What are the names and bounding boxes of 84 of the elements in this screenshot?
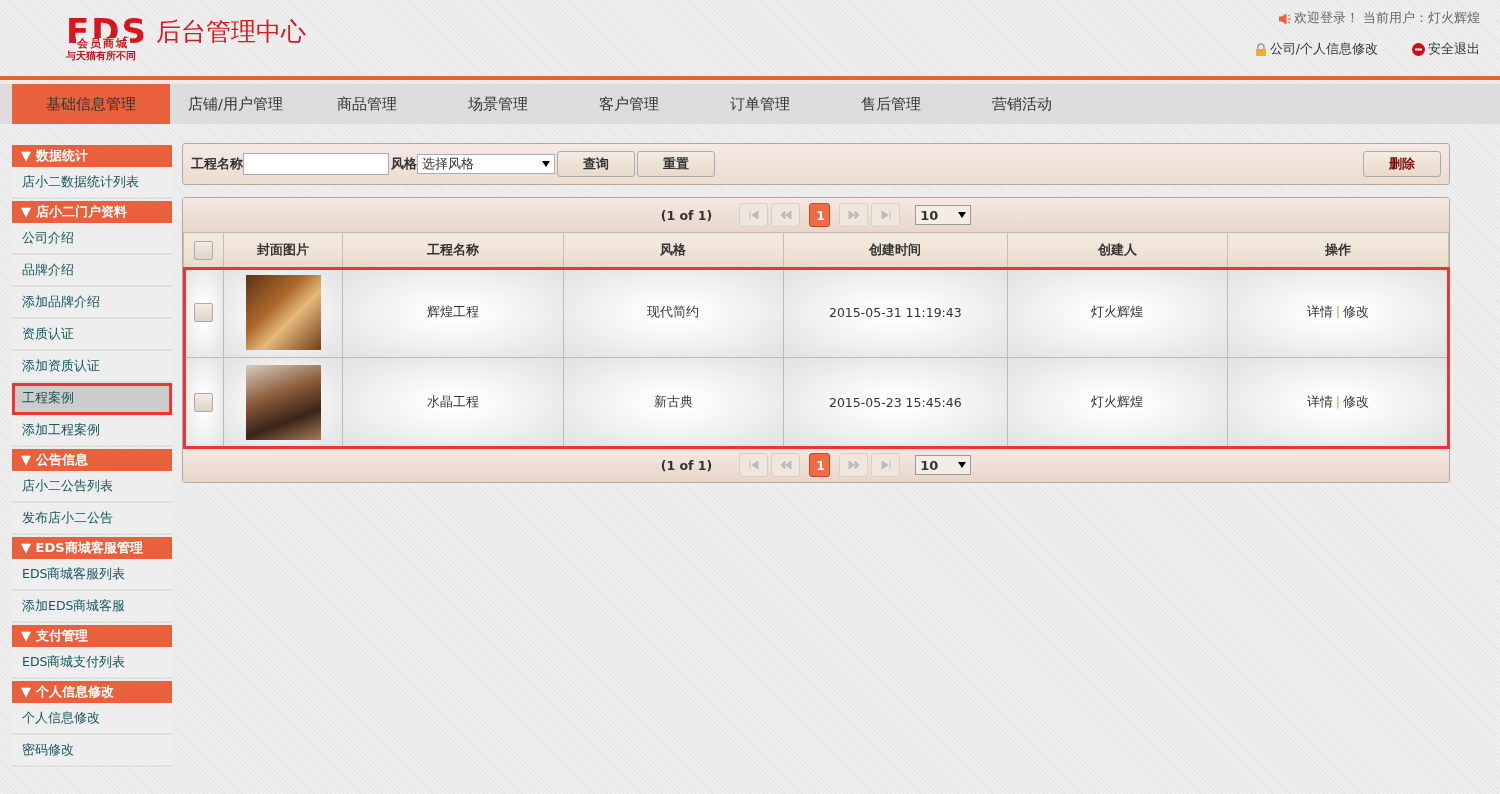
nav-tab[interactable]: 商品管理: [301, 84, 432, 124]
prev-page-icon: [778, 458, 793, 472]
next-page-button[interactable]: [839, 203, 869, 227]
action-link[interactable]: 详情: [1306, 394, 1333, 409]
column-header: 风格: [563, 232, 784, 268]
last-page-icon: [878, 458, 893, 472]
page-summary: (1 of 1): [660, 457, 713, 473]
sidebar-item[interactable]: 添加品牌介绍: [12, 287, 172, 319]
name-input-field[interactable]: [243, 153, 389, 175]
sidebar-item[interactable]: 工程案例: [12, 383, 172, 415]
table-cell: 水晶工程: [342, 357, 564, 448]
field-label: 风格: [391, 155, 417, 173]
logo-tagline: 与天猫有所不同: [66, 49, 136, 63]
delete-button[interactable]: 删除: [1363, 151, 1441, 177]
separator-text: |: [1335, 304, 1341, 319]
table-cell: 2015-05-31 11:19:43: [783, 267, 1008, 358]
prev-page-icon: [778, 208, 793, 222]
select-all-checkbox[interactable]: [193, 240, 213, 260]
nav-tab[interactable]: 店铺/用户管理: [170, 84, 301, 124]
first-page-icon: [746, 208, 761, 222]
sidebar-item[interactable]: 添加工程案例: [12, 415, 172, 447]
speaker-icon: [1279, 12, 1291, 25]
header-link[interactable]: 公司/个人信息修改: [1254, 41, 1378, 58]
action-link[interactable]: 修改: [1343, 304, 1370, 319]
style-select[interactable]: 选择风格: [417, 154, 555, 174]
site-title: 后台管理中心: [155, 15, 306, 48]
nav-tab[interactable]: 售后管理: [825, 84, 956, 124]
nav-tab[interactable]: 营销活动: [956, 84, 1087, 124]
last-page-button[interactable]: [871, 453, 901, 477]
column-header: 创建时间: [783, 232, 1008, 268]
page-size-select[interactable]: 10: [915, 205, 972, 225]
column-header: 工程名称: [342, 232, 564, 268]
page-summary: (1 of 1): [660, 207, 713, 223]
header-link[interactable]: 安全退出: [1412, 41, 1480, 58]
padlock-icon: [1254, 43, 1267, 56]
sidebar-item[interactable]: 添加EDS商城客服: [12, 591, 172, 623]
next-page-icon: [846, 208, 861, 222]
table-cell: 辉煌工程: [342, 267, 564, 358]
previous-page-button[interactable]: [771, 453, 801, 477]
nav-tab[interactable]: 订单管理: [694, 84, 825, 124]
nav-tab[interactable]: 场景管理: [432, 84, 563, 124]
first-page-button[interactable]: [739, 203, 769, 227]
row-checkbox[interactable]: [193, 393, 213, 412]
column-header: 封面图片: [223, 232, 343, 268]
sidebar-item[interactable]: 店小二数据统计列表: [12, 167, 172, 199]
table-cell: 灯火辉煌: [1007, 357, 1228, 448]
dropdown-caret-icon: [958, 212, 967, 218]
first-page-button[interactable]: [739, 453, 769, 477]
previous-page-button[interactable]: [771, 203, 801, 227]
table-cell: 2015-05-23 15:45:46: [783, 357, 1008, 448]
last-page-icon: [878, 208, 893, 222]
table-cell: 新古典: [563, 357, 784, 448]
separator-text: |: [1335, 394, 1341, 409]
sidebar-item[interactable]: 资质认证: [12, 319, 172, 351]
action-link[interactable]: 修改: [1343, 394, 1370, 409]
sidebar-item[interactable]: 店小二公告列表: [12, 471, 172, 503]
dropdown-caret-icon: [542, 161, 550, 167]
sidebar-item[interactable]: 密码修改: [12, 735, 172, 767]
first-page-icon: [746, 458, 761, 472]
sidebar-item[interactable]: EDS商城客服列表: [12, 559, 172, 591]
nav-tab[interactable]: 客户管理: [563, 84, 694, 124]
action-link[interactable]: 详情: [1306, 304, 1333, 319]
row-checkbox[interactable]: [193, 303, 213, 322]
last-page-button[interactable]: [871, 203, 901, 227]
nav-tab[interactable]: 基础信息管理: [12, 84, 170, 124]
sidebar-item[interactable]: EDS商城支付列表: [12, 647, 172, 679]
filter-button[interactable]: 查询: [557, 151, 635, 177]
table-cell: 灯火辉煌: [1007, 267, 1228, 358]
next-page-icon: [846, 458, 861, 472]
no-entry-icon: [1412, 43, 1425, 56]
column-header: 创建人: [1007, 232, 1228, 268]
page-size-select[interactable]: 10: [915, 455, 972, 475]
column-header: 操作: [1227, 232, 1449, 268]
welcome-text: 欢迎登录！ 当前用户：灯火辉煌: [1294, 10, 1480, 27]
sidebar-item[interactable]: 公司介绍: [12, 223, 172, 255]
dropdown-caret-icon: [958, 462, 967, 468]
sidebar-item[interactable]: 发布店小二公告: [12, 503, 172, 535]
sidebar-item[interactable]: 个人信息修改: [12, 703, 172, 735]
filter-button[interactable]: 重置: [637, 151, 715, 177]
table-cell: 现代简约: [563, 267, 784, 358]
next-page-button[interactable]: [839, 453, 869, 477]
field-label: 工程名称: [191, 155, 243, 173]
sidebar-item[interactable]: 添加资质认证: [12, 351, 172, 383]
sidebar-item[interactable]: 品牌介绍: [12, 255, 172, 287]
